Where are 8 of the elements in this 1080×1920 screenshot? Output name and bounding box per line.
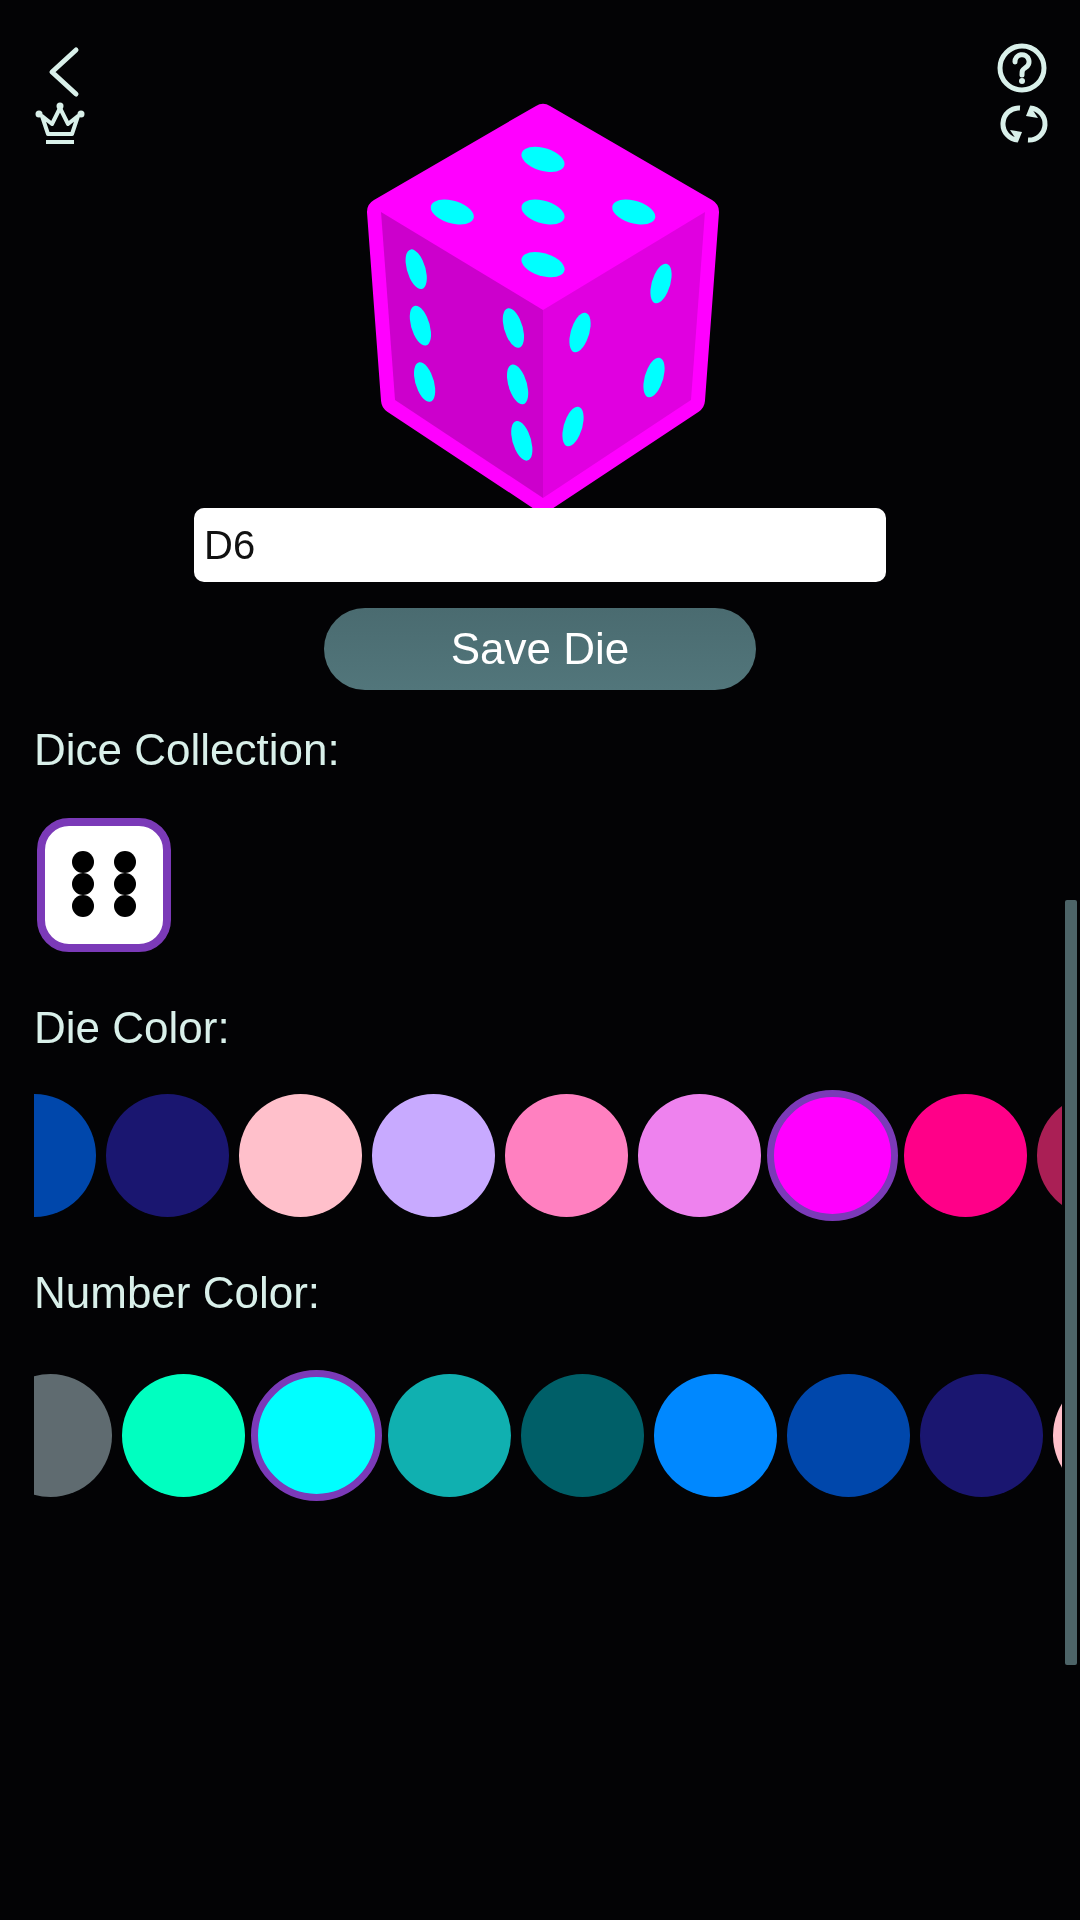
help-icon[interactable] [996,42,1048,94]
section-label: Number Color: [34,1267,321,1319]
die-thumbnail[interactable] [37,818,171,952]
section-label: Dice Collection: [34,724,340,776]
section-label: Die Color: [34,1002,230,1054]
scrollbar[interactable] [1065,900,1077,1665]
name-field[interactable]: D6 [194,508,886,582]
save-button[interactable]: Save Die [324,608,756,690]
